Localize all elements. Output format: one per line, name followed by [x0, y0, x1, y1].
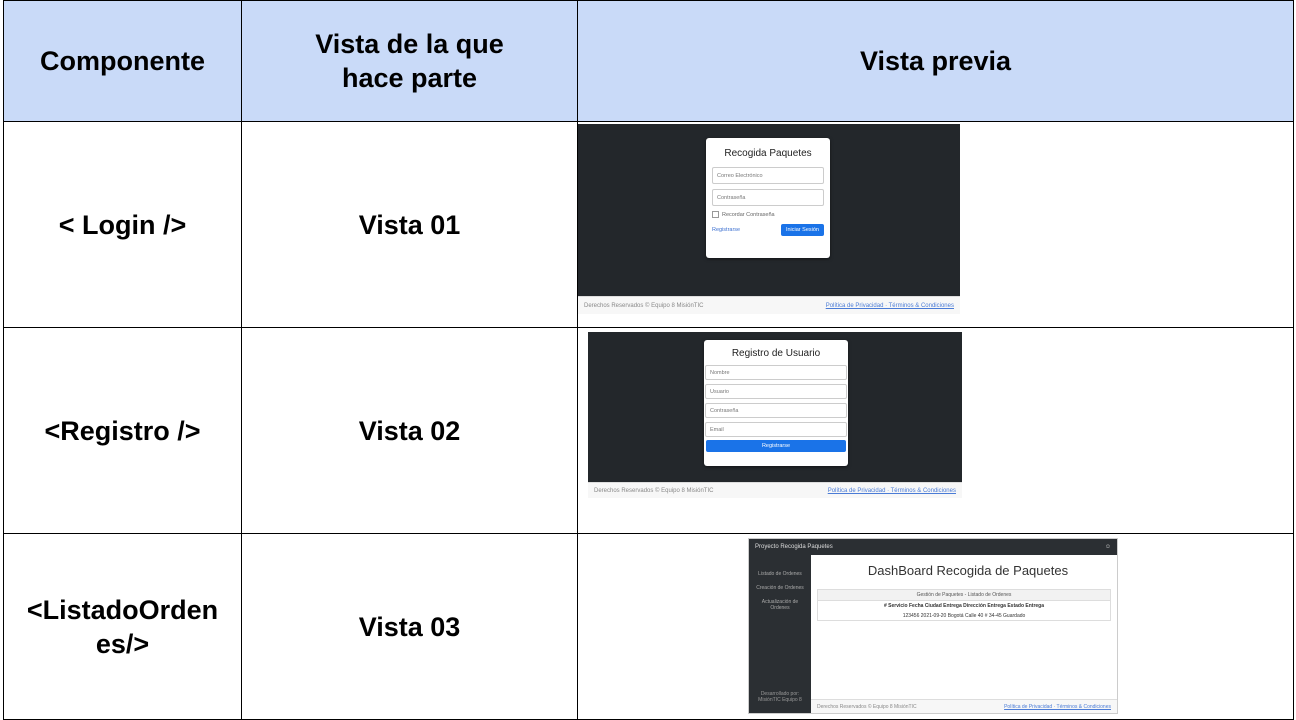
register-button: Registrarse	[706, 440, 846, 452]
preview-cell: Registro de Usuario Nombre Usuario Contr…	[577, 327, 1294, 534]
footer-left: Derechos Reservados © Equipo 8 MisiónTIC	[817, 703, 917, 710]
register-preview: Registro de Usuario Nombre Usuario Contr…	[588, 332, 962, 498]
email-field: Email	[705, 422, 847, 437]
orders-panel: Gestión de Paquetes - Listado de Ordenes…	[817, 589, 1111, 621]
preview-cell: Proyecto Recogida Paquetes ☺ Listado de …	[577, 533, 1294, 720]
user-icon: ☺	[1104, 544, 1111, 550]
header-vista-text: Vista de la que hace parte	[315, 29, 504, 93]
login-actions: Registrarse Iniciar Sesión	[712, 224, 824, 236]
footer-right: Política de Privacidad · Términos & Cond…	[825, 302, 954, 309]
orders-table-header: # Servicio Fecha Ciudad Entrega Direcció…	[883, 603, 1045, 609]
table-row: <Registro /> Vista 02 Registro de Usuari…	[3, 327, 1294, 534]
footer-left: Derechos Reservados © Equipo 8 MisiónTIC	[584, 302, 704, 309]
footer-right: Política de Privacidad · Términos & Cond…	[827, 487, 956, 494]
dashboard-main: DashBoard Recogida de Paquetes Gestión d…	[811, 555, 1117, 713]
header-vista-previa: Vista previa	[577, 0, 1294, 122]
dashboard-heading: DashBoard Recogida de Paquetes	[867, 563, 1069, 578]
dashboard-topbar: Proyecto Recogida Paquetes ☺	[749, 539, 1117, 555]
footer-left: Derechos Reservados © Equipo 8 MisiónTIC	[594, 487, 714, 494]
name-field: Nombre	[705, 365, 847, 380]
view-name: Vista 02	[241, 327, 578, 534]
register-footer: Derechos Reservados © Equipo 8 MisiónTIC…	[588, 482, 962, 498]
footer-right: Política de Privacidad · Términos & Cond…	[1004, 703, 1111, 710]
login-button: Iniciar Sesión	[780, 224, 824, 236]
orders-table-row: 123456 2021-09-20 Bogotá Calle 40 # 34-4…	[902, 613, 1026, 619]
sidebar-item-listado: Listado de Ordenes	[758, 571, 802, 577]
table-row: <ListadoOrdenes/> Vista 03 Proyecto Reco…	[3, 533, 1294, 720]
header-componente: Componente	[3, 0, 242, 122]
component-name-text: <ListadoOrdenes/>	[26, 594, 219, 659]
user-field: Usuario	[705, 384, 847, 399]
component-name: <ListadoOrdenes/>	[3, 533, 242, 720]
password-field: Contraseña	[712, 189, 824, 206]
login-title: Recogida Paquetes	[724, 148, 812, 159]
email-field: Correo Electrónico	[712, 167, 824, 184]
sidebar-footer: Desarrollado por: MisiónTIC Equipo 8	[758, 691, 802, 703]
view-name: Vista 01	[241, 121, 578, 328]
dashboard-brand: Proyecto Recogida Paquetes	[755, 544, 833, 550]
sidebar-item-creacion: Creación de Ordenes	[756, 585, 804, 591]
login-preview: Recogida Paquetes Correo Electrónico Con…	[578, 124, 960, 314]
password-field: Contraseña	[705, 403, 847, 418]
dashboard-preview: Proyecto Recogida Paquetes ☺ Listado de …	[748, 538, 1118, 714]
remember-label: Recordar Contraseña	[722, 211, 775, 218]
register-link: Registrarse	[712, 227, 741, 233]
view-name: Vista 03	[241, 533, 578, 720]
remember-check: Recordar Contraseña	[712, 211, 824, 218]
dashboard-footer: Derechos Reservados © Equipo 8 MisiónTIC…	[811, 699, 1117, 713]
component-name: <Registro />	[3, 327, 242, 534]
panel-title: Gestión de Paquetes - Listado de Ordenes	[818, 590, 1110, 601]
login-card: Recogida Paquetes Correo Electrónico Con…	[706, 138, 830, 258]
component-table: Componente Vista de la que hace parte Vi…	[3, 0, 1294, 720]
checkbox-icon	[712, 211, 719, 218]
component-name: < Login />	[3, 121, 242, 328]
table-row: < Login /> Vista 01 Recogida Paquetes Co…	[3, 121, 1294, 328]
register-card: Registro de Usuario Nombre Usuario Contr…	[704, 340, 848, 466]
register-title: Registro de Usuario	[731, 348, 821, 359]
dashboard-sidebar: Listado de Ordenes Creación de Ordenes A…	[749, 555, 811, 713]
login-footer: Derechos Reservados © Equipo 8 MisiónTIC…	[578, 296, 960, 314]
header-vista: Vista de la que hace parte	[241, 0, 578, 122]
sidebar-item-actualizacion: Actualización de Ordenes	[761, 599, 799, 611]
preview-cell: Recogida Paquetes Correo Electrónico Con…	[577, 121, 1294, 328]
